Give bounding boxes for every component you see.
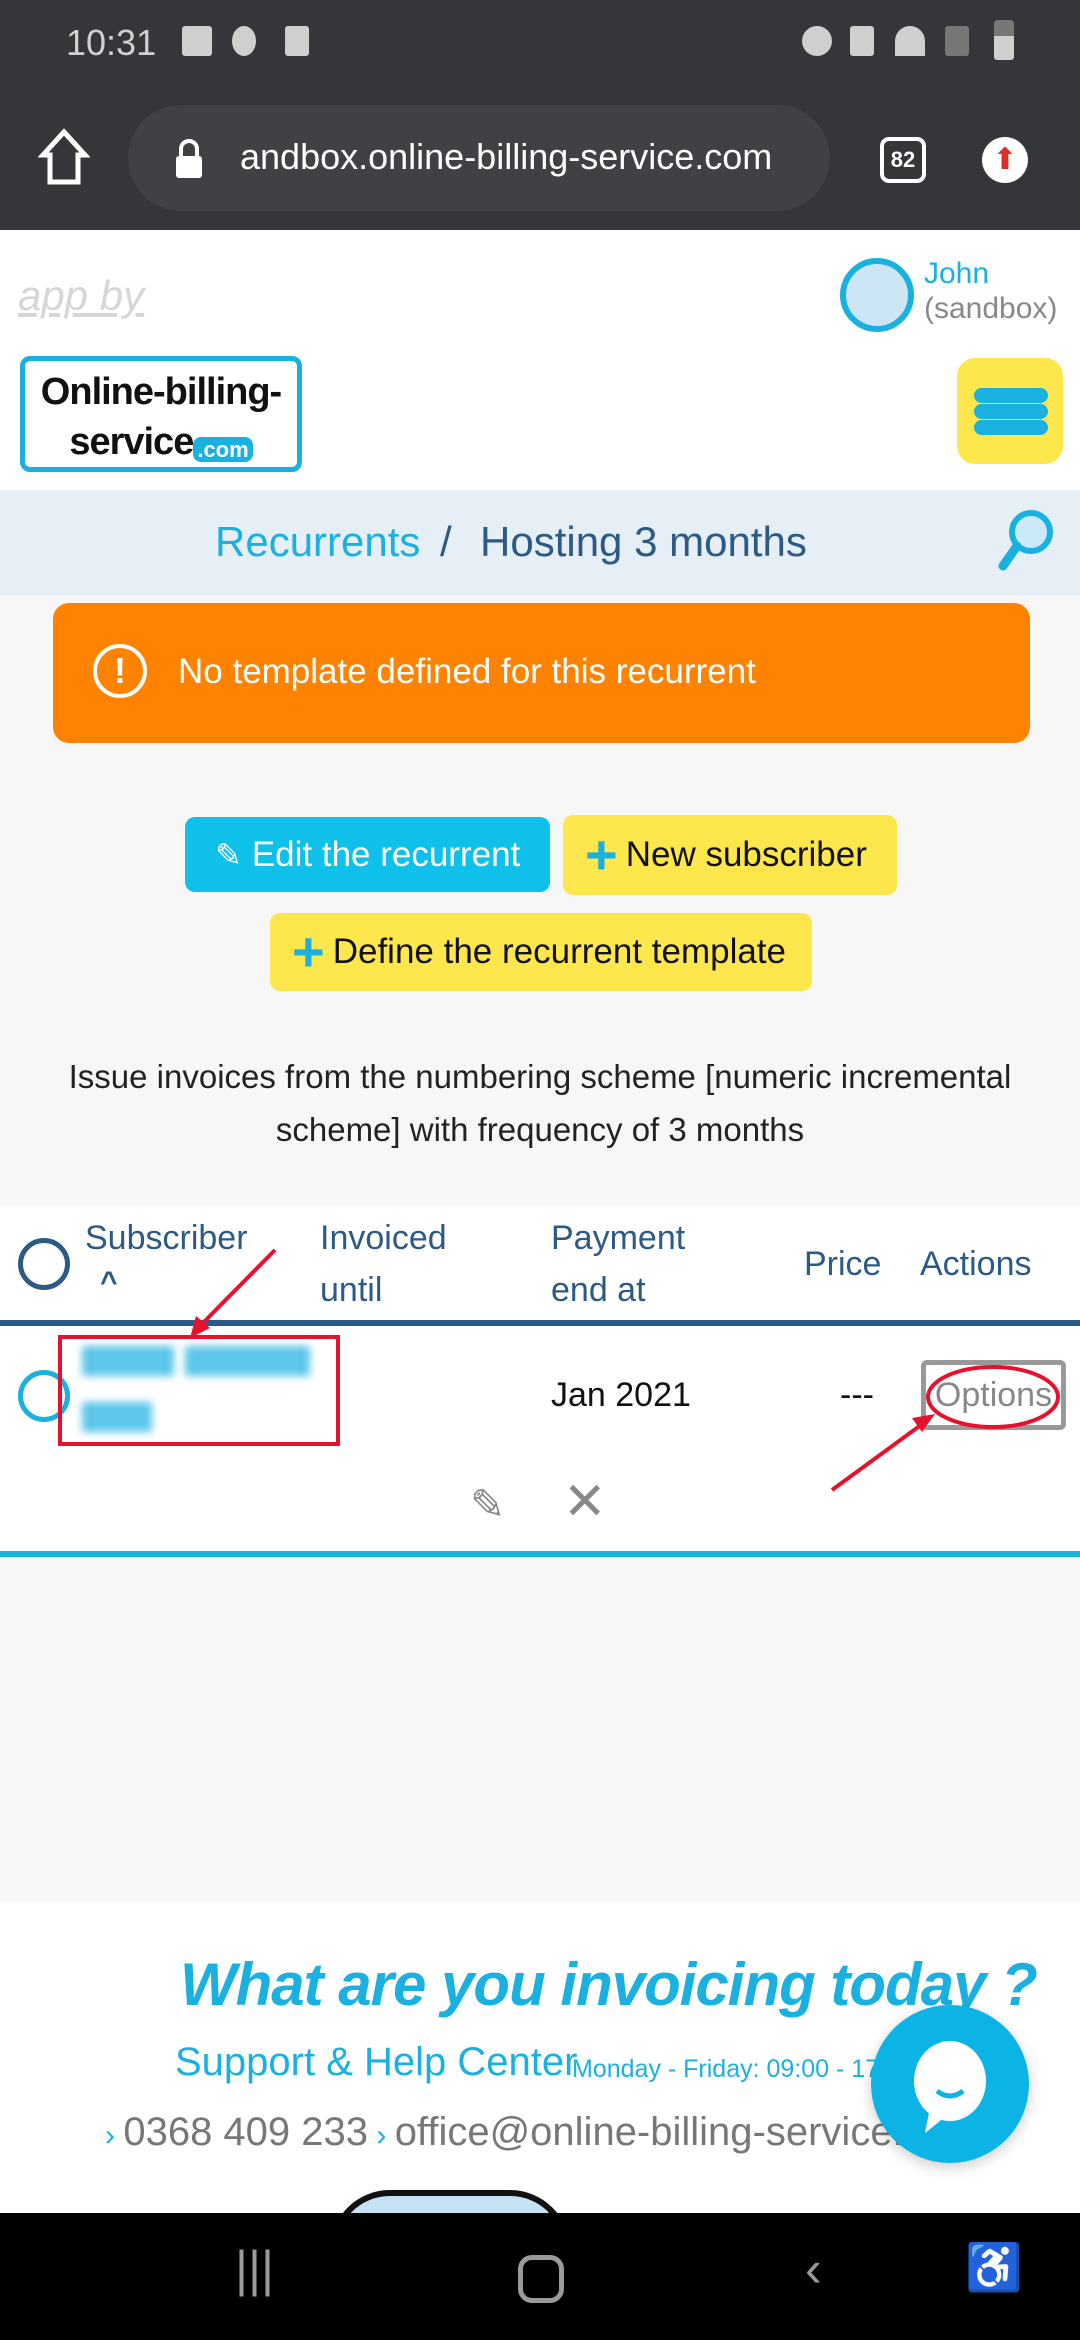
logo-com: .com [193,436,253,462]
exclamation-icon: ! [93,644,147,698]
user-environment: (sandbox) [924,292,1058,325]
email-link[interactable]: office@online-billing-service. [395,2110,904,2154]
new-subscriber-label: New subscriber [625,835,867,874]
battery-icon [994,20,1014,60]
edit-recurrent-button[interactable]: ✎ Edit the recurrent [185,817,550,892]
support-center-link[interactable]: Support & Help Center [175,2040,577,2085]
define-template-label: Define the recurrent template [332,932,786,971]
accessibility-icon[interactable]: ♿ [965,2240,1022,2295]
screen-record-icon [285,26,309,56]
breadcrumb-current: Hosting 3 months [480,518,807,565]
home-nav-icon[interactable] [518,2255,564,2303]
new-subscriber-button[interactable]: + New subscriber [563,815,897,895]
alert-text: No template defined for this recurrent [178,652,756,691]
define-template-button[interactable]: + Define the recurrent template [270,913,812,991]
notification-icon [232,26,256,56]
hamburger-menu-button[interactable] [957,358,1063,464]
lock-icon [176,139,202,178]
edit-recurrent-label: Edit the recurrent [251,834,521,874]
user-avatar[interactable] [840,258,914,332]
home-icon[interactable] [38,128,90,186]
wifi-icon [895,26,925,56]
chat-bubble-icon [914,2041,986,2133]
plus-icon: + [292,920,325,983]
mute-icon [850,26,874,56]
logo-line1: Online-billing- [40,371,282,413]
app-by-label: app by [18,272,145,319]
contact-info: › 0368 409 233 › office@online-billing-s… [105,2110,904,2154]
table-bottom-divider [0,1551,1080,1557]
edit-icon: ✎ [215,836,242,873]
recurrent-description: Issue invoices from the numbering scheme… [68,1058,1012,1148]
chat-button[interactable] [871,2005,1029,2163]
menu-bar-icon [974,388,1048,403]
annotation-overlay [58,1248,1060,1492]
site-logo[interactable]: Online-billing- service .com [20,356,302,472]
menu-bar-icon [974,404,1048,419]
signal-icon [945,26,969,56]
logo-line2: service [69,421,194,463]
url-text[interactable]: andbox.online-billing-service.com [240,136,772,178]
gallery-icon [182,26,212,56]
status-time: 10:31 [66,22,157,63]
alarm-icon [802,26,832,56]
back-icon[interactable]: ‹ [805,2240,822,2298]
plus-icon: + [585,823,618,886]
breadcrumb-separator: / [440,518,452,565]
menu-bar-icon [974,420,1048,435]
user-name[interactable]: John [924,258,989,290]
phone-link[interactable]: 0368 409 233 [123,2110,368,2154]
search-icon[interactable] [995,508,1055,574]
recents-icon[interactable]: ||| [235,2240,274,2298]
support-hours: Monday - Friday: 09:00 - 17: [572,2055,887,2083]
update-icon[interactable]: ⬆ [982,137,1028,183]
breadcrumb-recurrents[interactable]: Recurrents [215,518,420,566]
tabs-button[interactable]: 82 [880,137,926,183]
